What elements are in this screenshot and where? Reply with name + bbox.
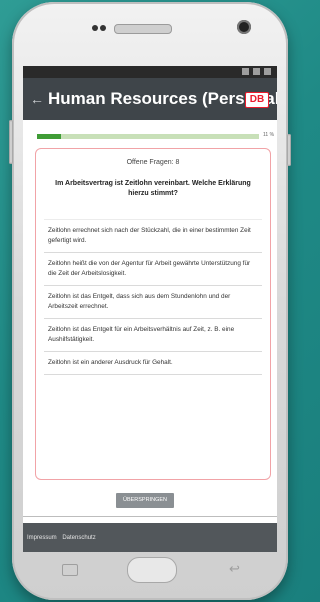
hardware-nav-bar: ↩ — [24, 553, 278, 583]
divider — [23, 516, 277, 517]
back-arrow-icon[interactable]: ← — [30, 91, 44, 107]
page-title: Human Resources (Personal) — [48, 89, 277, 108]
answer-option[interactable]: Zeitlohn ist das Entgelt, dass sich aus … — [44, 286, 262, 319]
question-text: Im Arbeitsvertrag ist Zeitlohn vereinbar… — [55, 180, 251, 197]
app-screen: ← Human Resources (Personal) DB 11 % Off… — [23, 66, 277, 552]
front-sensor — [92, 25, 98, 31]
wifi-icon — [253, 68, 260, 75]
battery-icon — [264, 68, 271, 75]
answer-list: Zeitlohn errechnet sich nach der Stückza… — [44, 219, 262, 375]
app-bar: ← Human Resources (Personal) DB — [23, 78, 277, 120]
earpiece-speaker — [114, 24, 172, 34]
footer-links: Impressum Datenschutz — [27, 535, 100, 541]
progress-bar — [37, 134, 259, 139]
progress-percent: 11 % — [263, 132, 275, 138]
front-camera — [237, 20, 251, 34]
answer-option[interactable]: Zeitlohn ist das Entgelt für ein Arbeits… — [44, 319, 262, 352]
signal-icon — [242, 68, 249, 75]
power-button — [287, 134, 291, 166]
skip-button[interactable]: ÜBERSPRINGEN — [116, 493, 174, 508]
status-icons — [242, 68, 271, 75]
datenschutz-link[interactable]: Datenschutz — [62, 535, 95, 541]
db-logo: DB — [245, 92, 269, 108]
open-questions-count: Offene Fragen: 8 — [126, 159, 180, 166]
home-icon[interactable] — [127, 557, 177, 583]
recent-apps-icon[interactable] — [62, 564, 78, 576]
answer-option[interactable]: Zeitlohn ist ein anderer Ausdruck für Ge… — [44, 352, 262, 375]
answer-option[interactable]: Zeitlohn errechnet sich nach der Stückza… — [44, 219, 262, 253]
progress-fill — [37, 134, 62, 139]
front-sensor-2 — [100, 25, 106, 31]
status-bar — [23, 66, 277, 78]
footer: Impressum Datenschutz — [23, 523, 277, 552]
system-back-icon[interactable]: ↩ — [229, 561, 240, 577]
answer-option[interactable]: Zeitlohn heißt die von der Agentur für A… — [44, 253, 262, 286]
volume-button — [9, 120, 13, 164]
question-card: Offene Fragen: 8 Im Arbeitsvertrag ist Z… — [35, 148, 271, 480]
impressum-link[interactable]: Impressum — [27, 535, 57, 541]
